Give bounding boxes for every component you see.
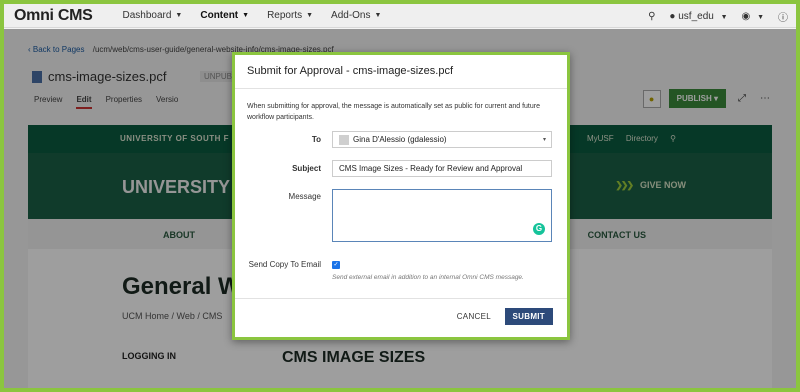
- to-label: To: [311, 135, 321, 144]
- chevron-down-icon: ▾: [542, 137, 546, 143]
- message-label: Message: [288, 192, 321, 201]
- nav-reports-label: Reports: [267, 10, 303, 21]
- nav-content-label: Content: [200, 10, 239, 21]
- submit-button[interactable]: SUBMIT: [504, 308, 553, 325]
- send-copy-label: Send Copy To Email: [248, 260, 321, 269]
- send-copy-checkbox[interactable]: ✓: [332, 261, 340, 269]
- nav-reports[interactable]: Reports ▼: [267, 10, 313, 21]
- to-select[interactable]: Gina D'Alessio (gdalessio) ▾: [332, 131, 552, 148]
- app-logo: Omni CMS: [14, 6, 93, 24]
- chevron-down-icon: ▼: [374, 12, 382, 19]
- chevron-down-icon: ▼: [306, 12, 314, 19]
- help-icon[interactable]: ⓘ: [778, 9, 788, 24]
- chevron-down-icon: ▼: [757, 13, 764, 21]
- search-icon[interactable]: ⚲: [648, 11, 655, 22]
- chevron-down-icon: ▼: [175, 12, 183, 19]
- send-copy-help: Send external email in addition to an in…: [332, 274, 524, 281]
- chevron-down-icon: ▼: [720, 13, 728, 21]
- to-value: Gina D'Alessio (gdalessio): [353, 135, 447, 144]
- avatar[interactable]: ◉ ▼: [742, 11, 764, 22]
- submit-approval-dialog: Submit for Approval - cms-image-sizes.pc…: [232, 52, 570, 340]
- main-menu: Dashboard ▼ Content ▼ Reports ▼ Add-Ons ▼: [105, 10, 382, 21]
- site-selector-label: usf_edu: [678, 10, 714, 22]
- message-textarea[interactable]: G: [332, 189, 552, 242]
- grammarly-icon[interactable]: G: [533, 223, 545, 235]
- dialog-info: When submitting for approval, the messag…: [247, 103, 540, 121]
- subject-label: Subject: [292, 164, 321, 173]
- site-selector[interactable]: ● usf_edu ▼: [669, 11, 727, 22]
- nav-right: ⚲ ● usf_edu ▼ ◉ ▼ ⓘ: [634, 4, 788, 28]
- subject-input[interactable]: CMS Image Sizes - Ready for Review and A…: [332, 160, 552, 177]
- nav-dashboard[interactable]: Dashboard ▼: [123, 10, 183, 21]
- user-avatar-icon: [339, 134, 349, 145]
- top-nav: Omni CMS Dashboard ▼ Content ▼ Reports ▼ Ad…: [4, 4, 796, 28]
- cancel-button[interactable]: CANCEL: [457, 312, 491, 321]
- location-pin-icon: ●: [669, 10, 676, 22]
- dialog-title: Submit for Approval - cms-image-sizes.pc…: [235, 55, 567, 89]
- nav-dashboard-label: Dashboard: [122, 10, 172, 21]
- chevron-down-icon: ▼: [242, 12, 250, 19]
- nav-addons[interactable]: Add-Ons ▼: [331, 10, 381, 21]
- nav-content[interactable]: Content ▼: [200, 10, 249, 21]
- dialog-footer: CANCEL SUBMIT: [235, 298, 567, 337]
- nav-addons-label: Add-Ons: [331, 10, 371, 21]
